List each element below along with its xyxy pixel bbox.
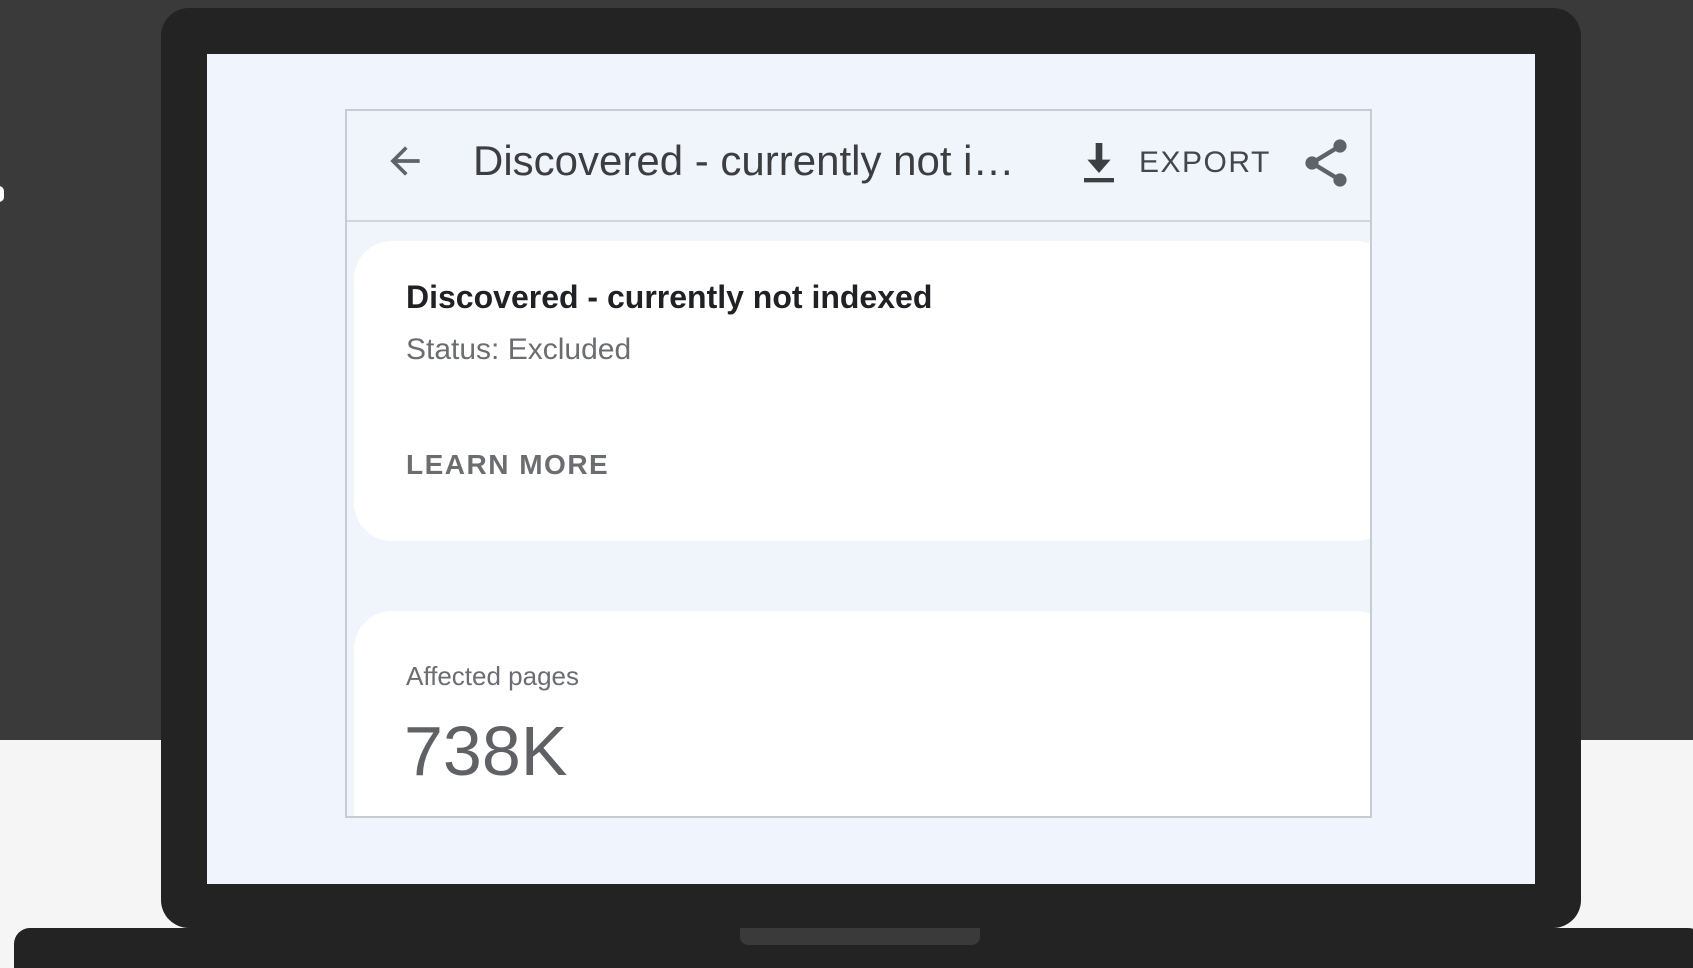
report-header: Discovered - currently not indexed EXPOR… bbox=[347, 111, 1370, 222]
report-panel: Discovered - currently not indexed EXPOR… bbox=[345, 109, 1372, 818]
share-icon bbox=[1305, 139, 1347, 187]
page-title: Discovered - currently not indexed bbox=[473, 137, 1018, 184]
affected-pages-card: Affected pages 738K bbox=[354, 611, 1370, 816]
download-icon bbox=[1084, 143, 1114, 183]
export-button[interactable]: EXPORT bbox=[1079, 137, 1271, 189]
arrow-back-icon bbox=[390, 146, 420, 176]
affected-pages-label: Affected pages bbox=[406, 661, 579, 691]
affected-pages-count: 738K bbox=[404, 712, 568, 790]
export-label: EXPORT bbox=[1139, 146, 1271, 179]
issue-status: Status: Excluded bbox=[406, 333, 632, 366]
share-button[interactable] bbox=[1302, 137, 1350, 189]
learn-more-link[interactable]: LEARN MORE bbox=[406, 449, 609, 481]
back-button[interactable] bbox=[383, 139, 427, 183]
laptop-screen: Discovered - currently not indexed EXPOR… bbox=[207, 54, 1535, 884]
issue-title: Discovered - currently not indexed bbox=[406, 279, 933, 315]
issue-details-card: Discovered - currently not indexed Statu… bbox=[354, 241, 1370, 541]
laptop-notch bbox=[740, 928, 980, 945]
